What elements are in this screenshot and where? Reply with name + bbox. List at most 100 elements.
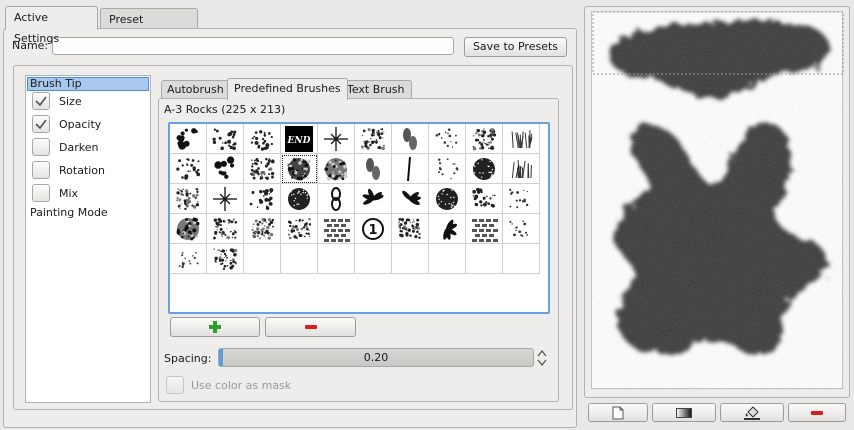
brush-cell-grass[interactable] — [503, 154, 540, 184]
brush-cell-splatter[interactable] — [244, 154, 281, 184]
lines-brush-icon — [407, 156, 411, 182]
splatter-brush-icon — [250, 157, 275, 180]
brush-cell-empty — [318, 244, 355, 274]
brush-cell-specks[interactable] — [503, 214, 540, 244]
size-checkbox[interactable] — [32, 92, 50, 110]
brush-cell-rock-selected[interactable] — [281, 154, 318, 184]
brush-cell-blob[interactable] — [429, 184, 466, 214]
tab-text-brush[interactable]: Text Brush — [340, 80, 412, 99]
brush-cell-scatter[interactable] — [244, 124, 281, 154]
brush-cell-feet[interactable] — [355, 154, 392, 184]
grass-brush-icon — [511, 130, 533, 149]
brush-cell-scatter[interactable] — [466, 184, 503, 214]
splatter-brush-icon — [213, 248, 238, 271]
brush-cell-leaves[interactable] — [355, 184, 392, 214]
svg-text:1: 1 — [368, 223, 377, 238]
add-brush-button[interactable] — [170, 317, 260, 337]
brush-cell-blob[interactable] — [281, 184, 318, 214]
splatter-brush-icon — [213, 217, 238, 240]
remove-brush-button[interactable] — [265, 317, 356, 337]
brush-cell-star[interactable] — [318, 124, 355, 154]
spacing-value: 0.20 — [363, 351, 389, 364]
brush-cell-specks[interactable] — [170, 244, 207, 274]
brush-grid[interactable]: END 1 — [168, 122, 550, 314]
scatter-brush-icon — [250, 130, 274, 151]
disc-brush-icon — [176, 217, 200, 241]
option-brush-tip-label: Brush Tip — [30, 77, 82, 90]
brush-cell-bricks[interactable] — [318, 214, 355, 244]
svg-text:END: END — [287, 136, 311, 146]
gradient-button[interactable] — [652, 403, 716, 422]
brush-cell-empty — [466, 244, 503, 274]
brush-cell-specks[interactable] — [503, 184, 540, 214]
option-painting-mode[interactable]: Painting Mode — [30, 206, 108, 219]
scatter-brush-icon — [212, 128, 237, 151]
brush-cell-dots[interactable] — [170, 124, 207, 154]
chain-brush-icon — [331, 187, 341, 211]
new-stroke-button[interactable] — [588, 403, 648, 422]
brush-cell-splatter[interactable] — [355, 124, 392, 154]
brush-cell-number-one[interactable]: 1 — [355, 214, 392, 244]
spacing-slider[interactable]: 0.20 — [218, 348, 534, 367]
brush-cell-end[interactable]: END — [281, 124, 318, 154]
brush-cell-chain[interactable] — [318, 184, 355, 214]
brush-cell-disc[interactable] — [170, 214, 207, 244]
brush-cell-star[interactable] — [207, 184, 244, 214]
brush-cell-scatter[interactable] — [170, 154, 207, 184]
mix-checkbox[interactable] — [32, 184, 50, 202]
tab-predefined-brushes[interactable]: Predefined Brushes — [227, 78, 348, 100]
brush-cell-grass[interactable] — [503, 124, 540, 154]
tab-preset-collection[interactable]: Preset Collection — [100, 8, 198, 47]
minus-icon — [811, 411, 823, 415]
splatter-brush-icon — [398, 218, 421, 239]
bricks-brush-icon — [324, 219, 350, 242]
brush-cell-dots[interactable] — [207, 154, 244, 184]
brush-cell-splatter[interactable] — [170, 184, 207, 214]
opacity-checkbox[interactable] — [32, 115, 50, 133]
stroke-preview[interactable] — [591, 11, 844, 390]
clear-button[interactable] — [788, 403, 846, 422]
new-document-icon — [612, 406, 624, 420]
name-input[interactable] — [52, 37, 454, 55]
checkmark-icon — [35, 119, 47, 130]
brush-cell-empty — [429, 244, 466, 274]
spin-arrows-icon[interactable] — [537, 349, 547, 367]
use-color-mask-checkbox[interactable] — [166, 376, 184, 394]
brush-cell-specks[interactable] — [429, 154, 466, 184]
opacity-label: Opacity — [59, 118, 102, 131]
brush-cell-bricks[interactable] — [466, 214, 503, 244]
checkmark-icon — [35, 96, 47, 107]
save-to-presets-button[interactable]: Save to Presets — [464, 37, 567, 57]
brush-cell-splatter[interactable] — [392, 214, 429, 244]
scatter-brush-icon — [472, 187, 496, 208]
leaves-brush-icon — [362, 188, 384, 205]
splatter-brush-icon — [176, 188, 200, 211]
specks-brush-icon — [435, 128, 458, 148]
brush-cell-splatter[interactable] — [281, 214, 318, 244]
brush-cell-feet[interactable] — [392, 124, 429, 154]
brush-cell-scatter[interactable] — [207, 124, 244, 154]
option-brush-tip[interactable]: Brush Tip — [27, 77, 149, 91]
brush-cell-lines[interactable] — [392, 154, 429, 184]
rotation-checkbox[interactable] — [32, 161, 50, 179]
brush-cell-splatter[interactable] — [207, 214, 244, 244]
brush-cell-splatter[interactable] — [466, 124, 503, 154]
brush-cell-splatter[interactable] — [244, 214, 281, 244]
tab-active-settings[interactable]: Active Settings — [5, 6, 98, 45]
leaves-brush-icon — [402, 190, 421, 205]
brush-cell-specks[interactable] — [429, 124, 466, 154]
rotation-label: Rotation — [59, 164, 106, 177]
brush-cell-leaves[interactable] — [392, 184, 429, 214]
darken-checkbox[interactable] — [32, 138, 50, 156]
rock-selected-brush-icon — [287, 158, 311, 181]
brush-cell-disc[interactable] — [318, 154, 355, 184]
brush-cell-empty — [244, 244, 281, 274]
fill-button[interactable] — [720, 403, 784, 422]
brush-cell-scatter[interactable] — [244, 184, 281, 214]
minus-icon — [304, 325, 317, 329]
brush-cell-leaves[interactable] — [429, 214, 466, 244]
tab-autobrush[interactable]: Autobrush — [161, 80, 230, 99]
spacing-label: Spacing: — [164, 352, 212, 365]
brush-cell-splatter[interactable] — [207, 244, 244, 274]
brush-cell-blob[interactable] — [466, 154, 503, 184]
